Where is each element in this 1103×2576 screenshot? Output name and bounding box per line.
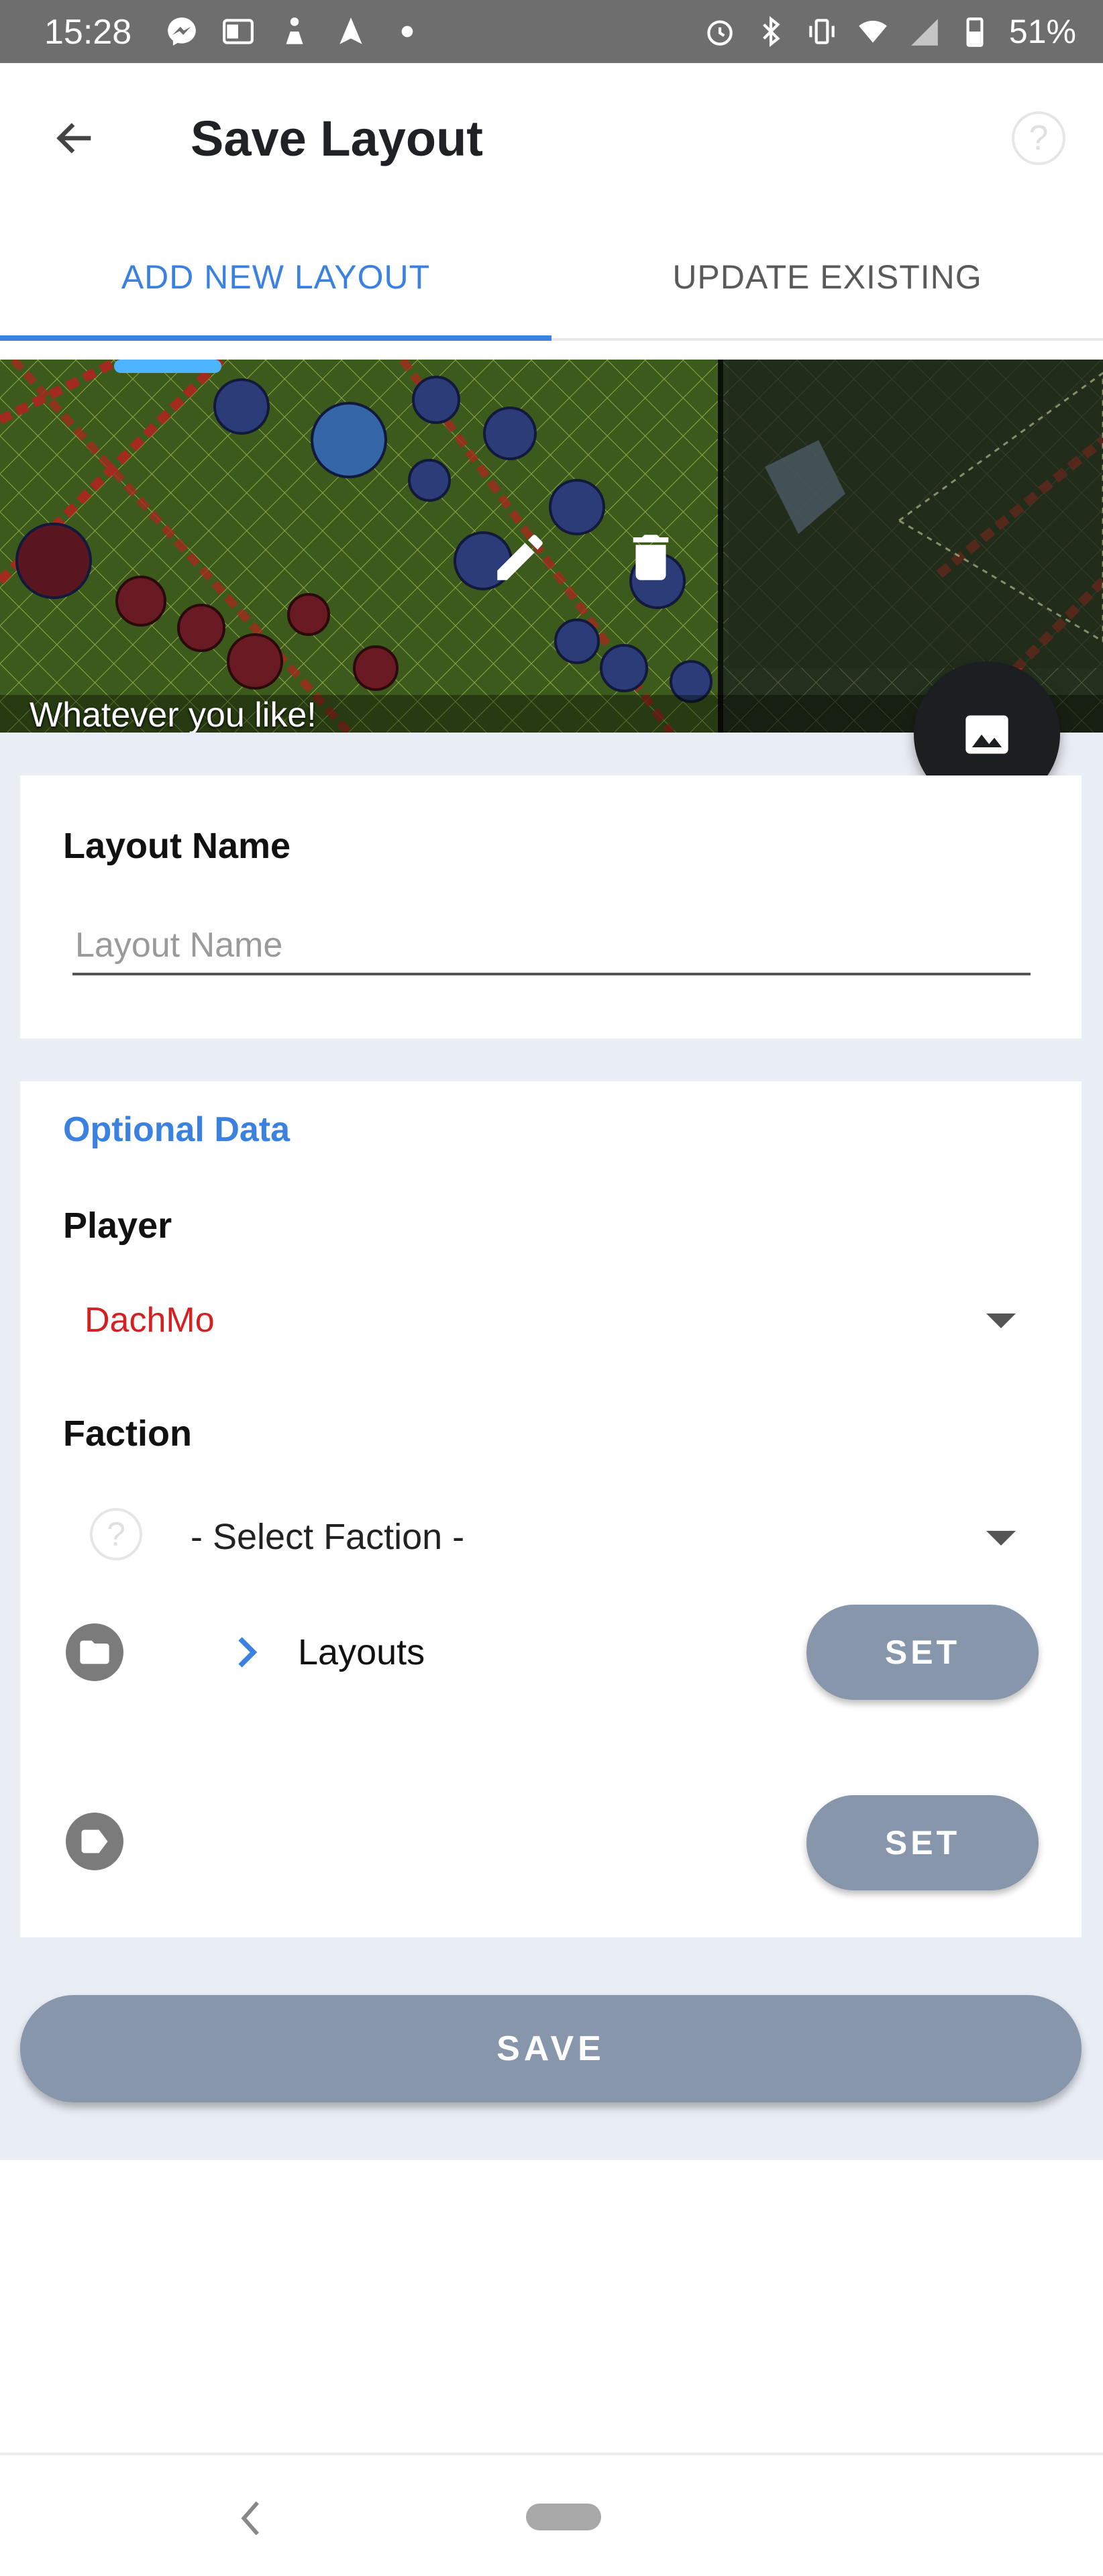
- help-icon[interactable]: ?: [1012, 111, 1065, 165]
- faction-label: Faction: [63, 1413, 193, 1454]
- nav-home-pill[interactable]: [526, 2504, 601, 2530]
- edit-icon[interactable]: [490, 527, 550, 588]
- bluetooth-icon: [763, 15, 780, 48]
- player-select[interactable]: DachMo: [63, 1279, 1016, 1359]
- status-icons-left: [165, 15, 424, 48]
- vibrate-icon: [809, 19, 835, 44]
- tab-add-new-layout[interactable]: ADD NEW LAYOUT: [0, 213, 552, 341]
- navigation-icon: [339, 17, 362, 44]
- tab-indicator: [0, 335, 552, 341]
- layout-name-label: Layout Name: [63, 826, 291, 866]
- save-button[interactable]: SAVE: [20, 1995, 1082, 2102]
- set-folder-button[interactable]: SET: [806, 1605, 1039, 1700]
- delete-icon[interactable]: [621, 527, 681, 588]
- dot-icon: [401, 25, 413, 38]
- layout-name-input[interactable]: [72, 918, 1031, 975]
- layout-name-card: [20, 775, 1082, 1038]
- layout-screenshot: [0, 360, 1103, 733]
- nav-back-icon[interactable]: [228, 2491, 275, 2545]
- wifi-icon: [859, 20, 887, 43]
- app-icon: [286, 17, 303, 44]
- player-value: DachMo: [85, 1301, 215, 1340]
- faction-value: - Select Faction -: [191, 1517, 465, 1557]
- optional-data-title: Optional Data: [63, 1110, 291, 1149]
- dropdown-arrow-icon: [986, 1313, 1016, 1328]
- alarm-icon: [707, 20, 733, 46]
- folder-icon: [66, 1623, 123, 1681]
- faction-select[interactable]: ? - Select Faction -: [63, 1489, 1016, 1576]
- tab-bar: ADD NEW LAYOUT UPDATE EXISTING: [0, 213, 1103, 341]
- app-bar: Save Layout ?: [0, 63, 1103, 213]
- tag-icon: [66, 1813, 123, 1870]
- status-icons-right: 51%: [703, 12, 1076, 51]
- layout-image: [0, 360, 1103, 733]
- faction-help-icon[interactable]: ?: [90, 1508, 142, 1560]
- outlook-icon: [223, 19, 254, 44]
- back-button[interactable]: [43, 106, 107, 170]
- messenger-icon: [168, 17, 196, 46]
- folder-label: Layouts: [298, 1632, 425, 1672]
- image-icon: [965, 715, 1008, 754]
- page-title: Save Layout: [191, 111, 483, 166]
- battery-percent: 51%: [1008, 13, 1076, 50]
- set-tag-button[interactable]: SET: [806, 1795, 1039, 1890]
- status-time: 15:28: [44, 13, 132, 52]
- dropdown-arrow-icon: [986, 1531, 1016, 1546]
- battery-icon: [966, 17, 984, 47]
- signal-icon: [911, 19, 938, 46]
- system-nav-bar: [0, 2453, 1103, 2576]
- status-bar: 15:28 51%: [0, 0, 1103, 63]
- arrow-back-icon: [56, 123, 91, 154]
- chevron-right-icon[interactable]: [227, 1629, 267, 1676]
- tab-update-existing[interactable]: UPDATE EXISTING: [552, 213, 1103, 341]
- player-label: Player: [63, 1205, 172, 1246]
- layout-image-caption: Whatever you like!: [30, 696, 317, 735]
